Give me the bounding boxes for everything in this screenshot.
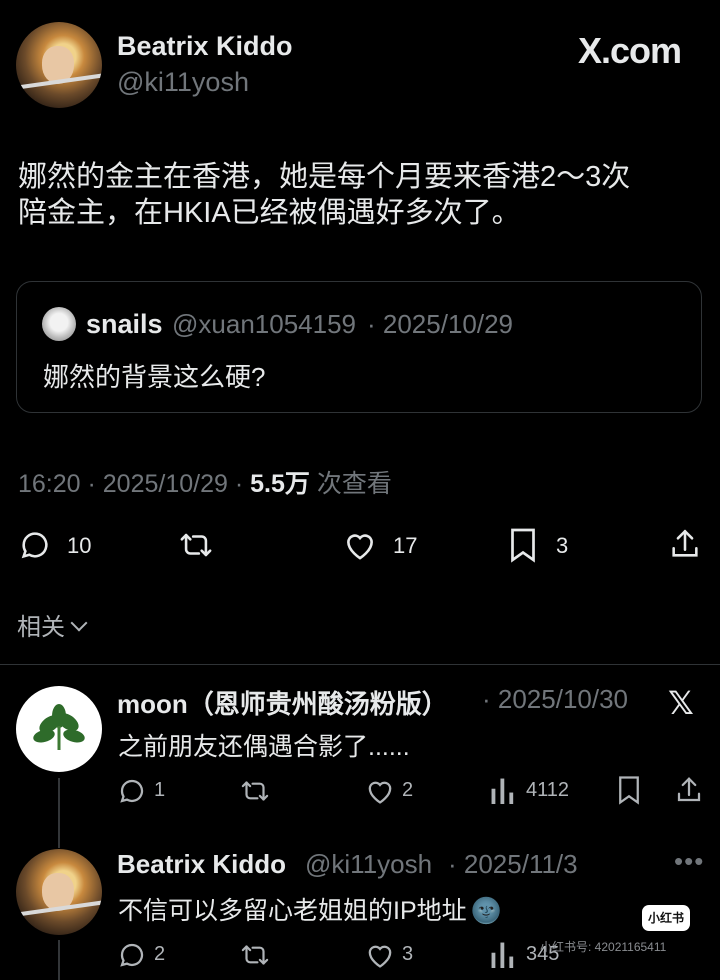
- related-label: 相关: [17, 614, 65, 641]
- x-logo-icon: 𝕏: [668, 685, 694, 721]
- post-time: 16:20 · 2025/10/29 ·: [18, 470, 251, 498]
- reply-date: · 2025/11/3: [448, 849, 578, 879]
- reply-avatar-beatrix[interactable]: [16, 849, 102, 935]
- share-icon[interactable]: [674, 775, 704, 805]
- reply-author-handle: @ki11yosh: [305, 849, 433, 879]
- quote-date: · 2025/10/29: [367, 309, 514, 339]
- author-handle[interactable]: @ki11yosh: [117, 67, 249, 98]
- reply-text: 不信可以多留心老姐姐的IP地址: [118, 897, 467, 925]
- reply-icon[interactable]: [117, 940, 147, 970]
- chevron-down-icon: [70, 614, 88, 632]
- reply-text-row: 不信可以多留心老姐姐的IP地址 🌚: [118, 891, 502, 927]
- thread-line: [58, 940, 60, 980]
- repost-icon[interactable]: [176, 528, 216, 562]
- bookmark-icon[interactable]: [508, 527, 538, 563]
- thread-line: [58, 778, 60, 848]
- like-count: 2: [402, 779, 414, 801]
- like-icon[interactable]: [342, 529, 378, 561]
- new-moon-face-emoji: 🌚: [470, 897, 502, 925]
- like-icon[interactable]: [364, 941, 396, 969]
- reply-count: 10: [67, 533, 92, 558]
- quote-avatar[interactable]: [42, 307, 76, 341]
- repost-icon[interactable]: [238, 940, 272, 970]
- post-text-line-1: 娜然的金主在香港，她是每个月要来香港2～3次: [18, 161, 631, 193]
- quote-author-name: snails: [86, 309, 163, 339]
- views-count: 4112: [526, 779, 570, 801]
- reply-avatar-moon[interactable]: [16, 686, 102, 772]
- bookmark-icon[interactable]: [616, 775, 642, 805]
- author-name[interactable]: Beatrix Kiddo: [117, 31, 293, 62]
- views-icon[interactable]: [490, 776, 516, 804]
- reply-date: · 2025/10/30: [482, 684, 629, 714]
- more-icon[interactable]: •••: [674, 846, 704, 877]
- related-toggle[interactable]: 相关: [17, 607, 88, 642]
- reply-icon[interactable]: [18, 528, 52, 562]
- reply-count: 1: [154, 779, 166, 801]
- reply-icon[interactable]: [117, 776, 147, 806]
- view-label: 次查看: [309, 470, 392, 498]
- x-logo-brand: X.com: [578, 30, 682, 71]
- like-count: 3: [402, 943, 414, 965]
- quote-author-handle: @xuan1054159: [172, 309, 356, 339]
- view-count: 5.5万: [250, 470, 310, 498]
- reply-count: 2: [154, 943, 166, 965]
- post-meta: 16:20 · 2025/10/29 · 5.5万 次查看: [18, 464, 392, 500]
- author-avatar[interactable]: [16, 22, 102, 108]
- like-icon[interactable]: [364, 777, 396, 805]
- views-icon[interactable]: [490, 940, 516, 968]
- xiaohongshu-logo: 小红书: [642, 905, 690, 931]
- bookmark-count: 3: [556, 533, 569, 558]
- quote-text: 娜然的背景这么硬?: [43, 362, 266, 392]
- reply-author-name[interactable]: moon（恩师贵州酸汤粉版）: [117, 684, 448, 721]
- section-divider: [0, 664, 720, 665]
- post-text-line-2: 陪金主，在HKIA已经被偶遇好多次了。: [18, 197, 521, 229]
- reply-author-name[interactable]: Beatrix Kiddo: [117, 849, 286, 880]
- repost-icon[interactable]: [238, 776, 272, 806]
- watermark-text: 小红书号: 42021165411: [540, 940, 667, 954]
- reply-text: 之前朋友还偶遇合影了......: [118, 733, 410, 761]
- share-icon[interactable]: [668, 527, 702, 561]
- like-count: 17: [393, 533, 418, 558]
